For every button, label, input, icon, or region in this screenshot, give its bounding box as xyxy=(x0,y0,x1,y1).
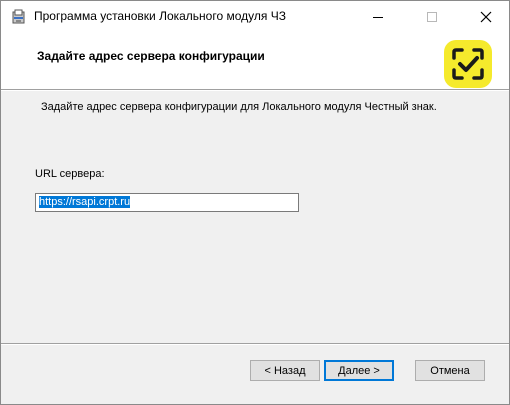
server-url-value: https://rsapi.crpt.ru xyxy=(39,196,131,208)
installer-icon xyxy=(12,9,25,24)
server-url-input[interactable]: https://rsapi.crpt.ru xyxy=(35,193,299,212)
instruction-text: Задайте адрес сервера конфигурации для Л… xyxy=(41,101,437,113)
maximize-button[interactable] xyxy=(409,1,455,32)
header-divider xyxy=(1,89,509,91)
minimize-button[interactable] xyxy=(355,1,401,32)
chestny-znak-logo xyxy=(444,40,492,88)
back-button[interactable]: < Назад xyxy=(250,360,320,381)
close-icon xyxy=(480,11,492,22)
minimize-icon xyxy=(373,16,383,18)
header-banner: Задайте адрес сервера конфигурации xyxy=(1,32,509,89)
cancel-button[interactable]: Отмена xyxy=(415,360,485,381)
footer-divider xyxy=(1,343,509,345)
title-bar[interactable]: Программа установки Локального модуля ЧЗ xyxy=(1,1,509,32)
url-field-label: URL сервера: xyxy=(35,168,105,180)
window-title: Программа установки Локального модуля ЧЗ xyxy=(34,9,286,23)
page-title: Задайте адрес сервера конфигурации xyxy=(37,49,265,63)
next-button[interactable]: Далее > xyxy=(324,360,394,381)
maximize-icon xyxy=(427,11,437,22)
close-button[interactable] xyxy=(463,1,509,32)
installer-window: Программа установки Локального модуля ЧЗ… xyxy=(0,0,510,405)
